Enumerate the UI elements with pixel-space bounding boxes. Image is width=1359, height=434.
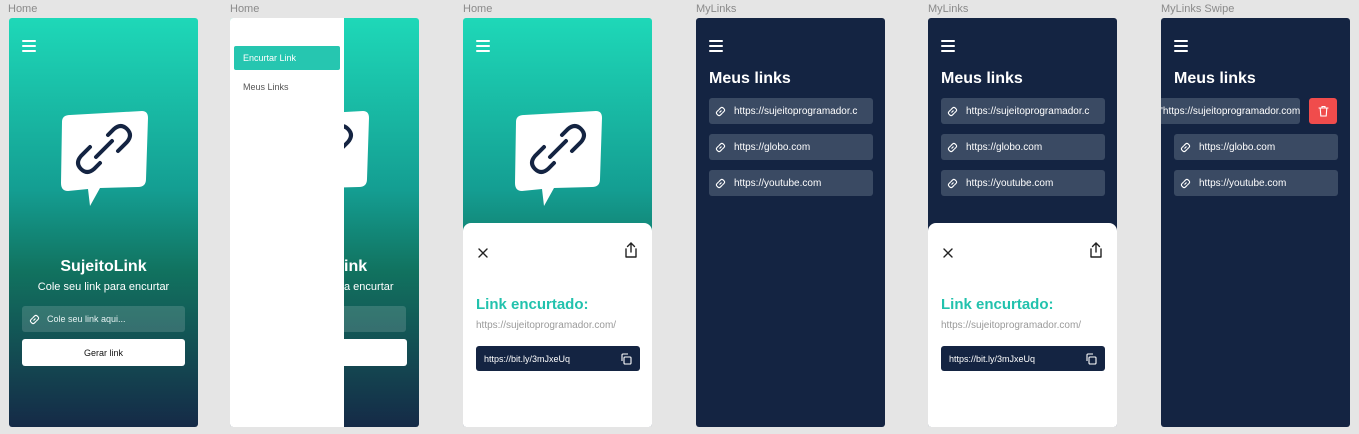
- trash-icon: [1317, 105, 1329, 117]
- link-url: https://sujeitoprogramador.c: [734, 105, 858, 117]
- link-url: https://youtube.com: [734, 177, 822, 189]
- mylinks-screen: Meus links https://sujeitoprogramador.c …: [696, 18, 885, 427]
- frame-label-home-3: Home: [463, 3, 493, 15]
- link-list-item[interactable]: https://youtube.com: [1174, 170, 1338, 196]
- link-icon: [715, 178, 726, 188]
- link-list-item[interactable]: https://globo.com: [1174, 134, 1338, 160]
- link-url: https://globo.com: [966, 141, 1043, 153]
- link-input-wrapper[interactable]: [22, 306, 185, 332]
- drawer-item-meus-links[interactable]: Meus Links: [234, 75, 340, 99]
- link-icon: [947, 142, 958, 152]
- home-modal-screen: Link encurtado: https://sujeitoprogramad…: [463, 18, 652, 427]
- mylinks-modal-screen: Meus links https://sujeitoprogramador.c …: [928, 18, 1117, 427]
- share-icon[interactable]: [623, 241, 639, 259]
- link-input-partial: [344, 306, 406, 332]
- close-icon[interactable]: [941, 246, 955, 260]
- frame-label-home-1: Home: [8, 3, 38, 15]
- short-link-modal: Link encurtado: https://sujeitoprogramad…: [928, 223, 1117, 427]
- chain-link-icon: [58, 111, 150, 211]
- link-icon: [1180, 178, 1191, 188]
- menu-icon[interactable]: [22, 40, 36, 52]
- link-list-item[interactable]: https://sujeitoprogramador.c: [941, 98, 1105, 124]
- chain-link-icon: [512, 111, 604, 211]
- short-url: https://bit.ly/3mJxeUq: [949, 353, 1036, 364]
- link-url: https://youtube.com: [1199, 177, 1287, 189]
- swiped-link-item[interactable]: 'https://sujeitoprogramador.com: [1161, 98, 1300, 124]
- frame-label-home-2: Home: [230, 3, 260, 15]
- link-icon: [1180, 142, 1191, 152]
- modal-title: Link encurtado:: [476, 296, 589, 313]
- drawer-item-encurtar[interactable]: Encurtar Link: [234, 46, 340, 70]
- delete-button[interactable]: [1309, 98, 1337, 124]
- menu-icon[interactable]: [476, 40, 490, 52]
- mylinks-swipe-screen: Meus links 'https://sujeitoprogramador.c…: [1161, 18, 1350, 427]
- frame-label-mylinks-swipe: MyLinks Swipe: [1161, 3, 1235, 15]
- link-icon: [947, 106, 958, 116]
- link-url: https://globo.com: [734, 141, 811, 153]
- copy-icon[interactable]: [620, 352, 632, 365]
- original-url: https://sujeitoprogramador.com/: [476, 320, 617, 331]
- page-title: Meus links: [1174, 70, 1256, 87]
- short-url-box[interactable]: https://bit.ly/3mJxeUq: [476, 346, 640, 371]
- app-subtitle: Cole seu link para encurtar: [37, 281, 170, 293]
- frame-label-mylinks-2: MyLinks: [928, 3, 969, 15]
- modal-title: Link encurtado:: [941, 296, 1054, 313]
- app-title-partial: ink: [344, 258, 368, 275]
- nav-drawer: Encurtar Link Meus Links: [230, 18, 344, 427]
- frame-label-mylinks-1: MyLinks: [696, 3, 737, 15]
- menu-icon[interactable]: [1174, 40, 1188, 52]
- generate-button-partial: [344, 339, 407, 366]
- link-icon: [29, 314, 40, 324]
- app-subtitle-partial: a encurtar: [344, 281, 394, 293]
- link-icon: [947, 178, 958, 188]
- link-list-item[interactable]: https://sujeitoprogramador.c: [709, 98, 873, 124]
- link-list-item[interactable]: https://youtube.com: [941, 170, 1105, 196]
- generate-link-button[interactable]: Gerar link: [22, 339, 185, 366]
- link-list-item[interactable]: https://globo.com: [709, 134, 873, 160]
- link-list-item[interactable]: https://globo.com: [941, 134, 1105, 160]
- menu-icon[interactable]: [941, 40, 955, 52]
- link-input[interactable]: [47, 314, 167, 324]
- short-url-box[interactable]: https://bit.ly/3mJxeUq: [941, 346, 1105, 371]
- share-icon[interactable]: [1088, 241, 1104, 259]
- short-url: https://bit.ly/3mJxeUq: [484, 353, 571, 364]
- original-url: https://sujeitoprogramador.com/: [941, 320, 1082, 331]
- link-url: 'https://sujeitoprogramador.com: [1161, 105, 1300, 117]
- link-icon: [715, 142, 726, 152]
- page-title: Meus links: [941, 70, 1023, 87]
- copy-icon[interactable]: [1085, 352, 1097, 365]
- link-url: https://youtube.com: [966, 177, 1054, 189]
- home-screen: SujeitoLink Cole seu link para encurtar …: [9, 18, 198, 427]
- close-icon[interactable]: [476, 246, 490, 260]
- link-url: https://globo.com: [1199, 141, 1276, 153]
- app-title: SujeitoLink: [60, 258, 147, 275]
- short-link-modal: Link encurtado: https://sujeitoprogramad…: [463, 223, 652, 427]
- link-url: https://sujeitoprogramador.c: [966, 105, 1090, 117]
- link-list-item[interactable]: https://youtube.com: [709, 170, 873, 196]
- menu-icon[interactable]: [709, 40, 723, 52]
- page-title: Meus links: [709, 70, 791, 87]
- link-icon: [715, 106, 726, 116]
- home-drawer-screen: ink a encurtar Encurtar Link Meus Links: [230, 18, 419, 427]
